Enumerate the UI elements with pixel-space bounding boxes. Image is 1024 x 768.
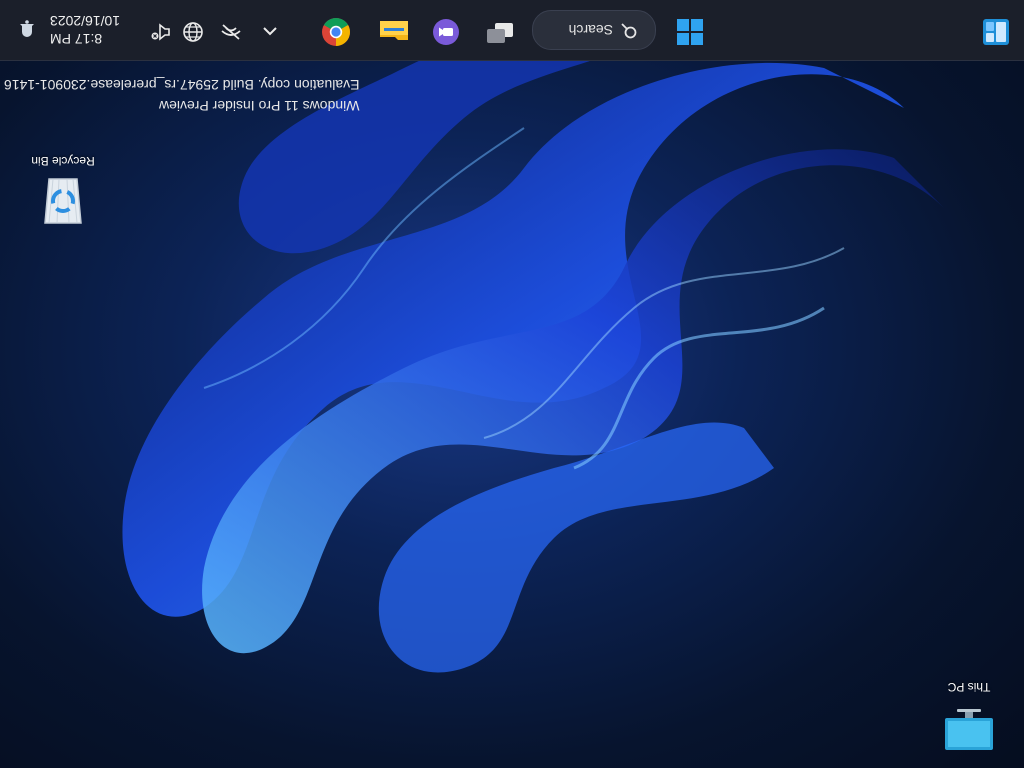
desktop-icon-label: This PC xyxy=(947,680,991,694)
globe-icon xyxy=(182,17,204,44)
search-label: Search xyxy=(568,22,613,38)
network-status-button[interactable] xyxy=(218,18,244,42)
task-view-button[interactable] xyxy=(484,14,516,46)
notification-icon xyxy=(16,16,38,37)
desktop-icon-label: Recycle Bin xyxy=(31,154,95,168)
chrome-icon xyxy=(321,13,351,48)
desktop-icon-this-pc[interactable]: This PC xyxy=(924,680,1014,756)
evaluation-watermark: Windows 11 Pro Insider Preview Evaluatio… xyxy=(4,74,359,116)
widgets-icon xyxy=(981,13,1011,48)
notification-button[interactable] xyxy=(14,18,38,42)
network-off-icon xyxy=(220,19,242,42)
desktop-screen: This PC Recycle Bin Windows 11 Pro Insid… xyxy=(0,0,1024,768)
language-button[interactable] xyxy=(180,17,206,44)
meet-button[interactable] xyxy=(430,14,462,46)
chrome-button[interactable] xyxy=(320,13,352,48)
taskbar-clock[interactable]: 8:17 PM 10/16/2023 xyxy=(50,12,140,48)
watermark-line-2: Evaluation copy. Build 25947.rs_prerelea… xyxy=(4,77,360,93)
start-icon xyxy=(676,14,704,47)
show-hidden-icons-button[interactable] xyxy=(258,18,282,42)
taskbar-search-box[interactable]: Search xyxy=(532,10,656,50)
chevron-up-icon xyxy=(262,21,278,39)
recycle-bin-icon xyxy=(35,174,91,230)
this-pc-icon xyxy=(941,700,997,756)
task-view-icon xyxy=(485,15,515,46)
clock-time: 8:17 PM xyxy=(50,31,103,47)
desktop-icon-recycle-bin[interactable]: Recycle Bin xyxy=(18,154,108,230)
speaker-muted-icon xyxy=(150,18,172,43)
file-explorer-button[interactable] xyxy=(378,14,410,46)
start-button[interactable] xyxy=(674,14,706,46)
search-icon xyxy=(621,21,637,40)
volume-button[interactable] xyxy=(148,18,174,42)
file-explorer-icon xyxy=(379,15,409,46)
watermark-line-1: Windows 11 Pro Insider Preview xyxy=(158,98,360,114)
clock-date: 10/16/2023 xyxy=(50,13,121,29)
taskbar: Search 8:17 PM 10/16/2023 xyxy=(0,0,1024,61)
meet-icon xyxy=(432,14,460,47)
widgets-button[interactable] xyxy=(980,14,1012,46)
